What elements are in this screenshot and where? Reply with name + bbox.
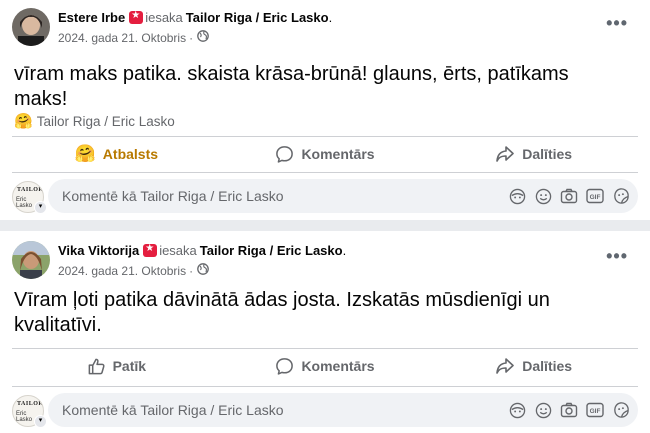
camera-icon[interactable] (560, 187, 578, 205)
comment-placeholder: Komentē kā Tailor Riga / Eric Lasko (62, 402, 284, 418)
post-header: Estere Irbe iesaka Tailor Riga / Eric La… (58, 10, 332, 25)
author-name[interactable]: Estere Irbe (58, 10, 125, 25)
reaction-summary[interactable]: 🤗 Tailor Riga / Eric Lasko (14, 112, 175, 130)
post-date[interactable]: 2024. gada 21. Oktobris (58, 31, 186, 45)
page-name-link[interactable]: Tailor Riga / Eric Lasko (200, 243, 343, 258)
post-text-line: maks! (14, 88, 68, 110)
post-text-line: kvalitatīvi. (14, 314, 102, 336)
like-button[interactable]: Patīk (12, 348, 221, 384)
comment-label: Komentārs (301, 146, 375, 162)
gif-icon[interactable]: GIF (586, 187, 604, 205)
comment-placeholder: Komentē kā Tailor Riga / Eric Lasko (62, 188, 284, 204)
author-avatar[interactable] (12, 241, 50, 279)
avatar-logo-text: TAILOR (17, 401, 44, 407)
share-icon (495, 357, 515, 375)
share-button[interactable]: Dalīties (429, 348, 638, 384)
recommends-text: iesaka (159, 243, 197, 258)
care-reaction-icon: 🤗 (14, 113, 33, 130)
page-suffix: . (342, 243, 347, 258)
comment-input[interactable]: Komentē kā Tailor Riga / Eric Lasko GIF (48, 179, 638, 213)
more-options-icon[interactable]: ••• (606, 246, 628, 267)
post-header: Vika Viktorija iesaka Tailor Riga / Eric… (58, 243, 346, 258)
emoji-icon[interactable] (534, 187, 552, 205)
chevron-down-icon[interactable]: ▾ (34, 415, 47, 428)
post-body: vīram maks patika. skaista krāsa-brūnā! … (14, 62, 636, 112)
action-bar: Patīk Komentārs Dalīties (12, 348, 638, 384)
share-label: Dalīties (522, 146, 573, 162)
gif-text: GIF (590, 194, 601, 201)
support-button[interactable]: 🤗 Atbalsts (12, 136, 221, 172)
divider (12, 386, 638, 387)
meta-separator: · (189, 263, 194, 278)
gif-icon[interactable]: GIF (586, 401, 604, 419)
comment-button[interactable]: Komentārs (221, 348, 430, 384)
recommends-text: iesaka (145, 10, 183, 25)
recommend-icon (129, 10, 144, 24)
comment-tools: GIF (508, 401, 630, 419)
share-icon (495, 145, 515, 163)
comment-icon (275, 357, 294, 376)
emoji-icon[interactable] (534, 401, 552, 419)
avatar-sticker-icon[interactable] (508, 187, 526, 205)
globe-icon (197, 30, 209, 45)
meta-separator: · (189, 30, 194, 45)
avatar-sticker-icon[interactable] (508, 401, 526, 419)
post-text-line: Vīram ļoti patika dāvinātā ādas josta. I… (14, 289, 550, 311)
page-suffix: . (328, 10, 333, 25)
comment-input[interactable]: Komentē kā Tailor Riga / Eric Lasko GIF (48, 393, 638, 427)
page-name-link[interactable]: Tailor Riga / Eric Lasko (186, 10, 329, 25)
author-name[interactable]: Vika Viktorija (58, 243, 139, 258)
post-card: Estere Irbe iesaka Tailor Riga / Eric La… (0, 0, 650, 220)
chevron-down-icon[interactable]: ▾ (34, 201, 47, 214)
comment-icon (275, 145, 294, 164)
sticker-icon[interactable] (612, 187, 630, 205)
gif-text: GIF (590, 408, 601, 415)
comment-tools: GIF (508, 187, 630, 205)
author-avatar[interactable] (12, 8, 50, 46)
post-text-line: vīram maks patika. skaista krāsa-brūnā! … (14, 63, 569, 85)
more-options-icon[interactable]: ••• (606, 13, 628, 34)
support-label: Atbalsts (102, 146, 159, 162)
camera-icon[interactable] (560, 401, 578, 419)
comment-composer: TAILOR Eric Lasko ▾ Komentē kā Tailor Ri… (12, 393, 638, 428)
share-button[interactable]: Dalīties (429, 136, 638, 172)
avatar-logo-text: TAILOR (17, 187, 44, 193)
action-bar: 🤗 Atbalsts Komentārs Dalīties (12, 136, 638, 172)
post-date[interactable]: 2024. gada 21. Oktobris (58, 264, 186, 278)
share-label: Dalīties (522, 358, 573, 374)
post-meta: 2024. gada 21. Oktobris · (58, 263, 209, 278)
care-reaction-icon: 🤗 (74, 144, 96, 163)
sticker-icon[interactable] (612, 401, 630, 419)
post-meta: 2024. gada 21. Oktobris · (58, 30, 209, 45)
reaction-by: Tailor Riga / Eric Lasko (36, 113, 175, 129)
comment-composer: TAILOR Eric Lasko ▾ Komentē kā Tailor Ri… (12, 179, 638, 214)
like-label: Patīk (112, 358, 147, 374)
thumbs-up-icon (87, 357, 106, 376)
post-body: Vīram ļoti patika dāvinātā ādas josta. I… (14, 288, 636, 338)
comment-button[interactable]: Komentārs (221, 136, 430, 172)
divider (12, 172, 638, 173)
comment-label: Komentārs (301, 358, 375, 374)
recommend-icon (143, 243, 158, 257)
post-card: Vika Viktorija iesaka Tailor Riga / Eric… (0, 231, 650, 433)
globe-icon (197, 263, 209, 278)
